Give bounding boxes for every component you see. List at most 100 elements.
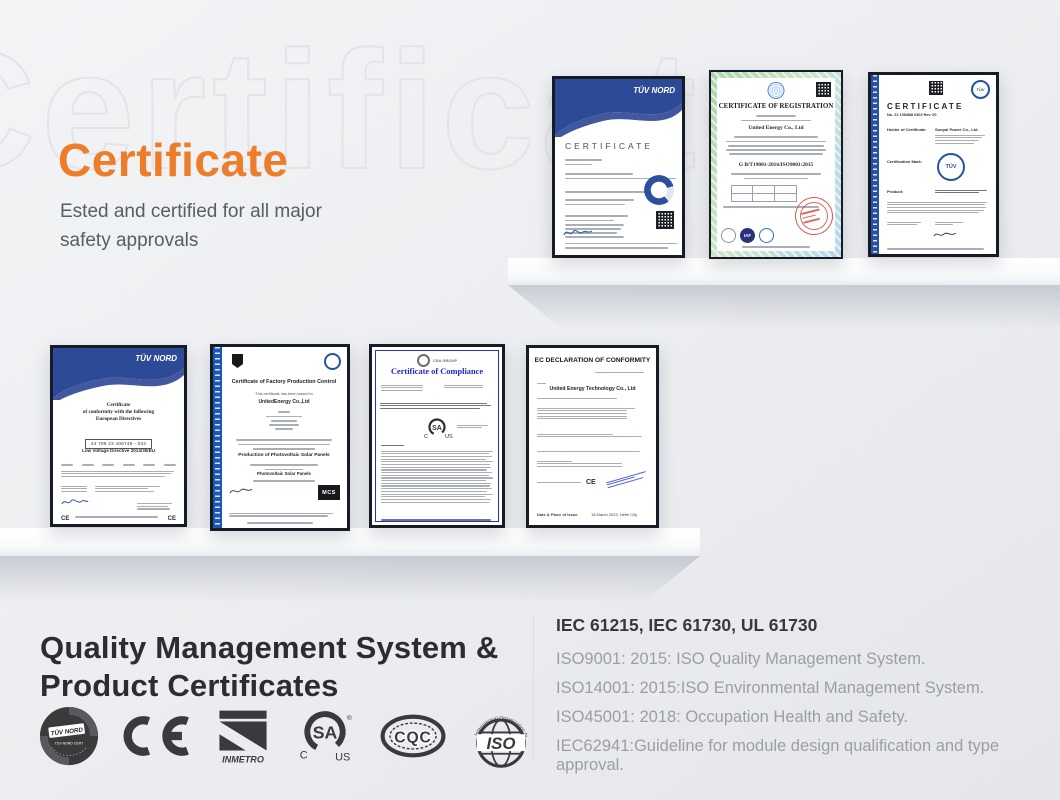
cert-title: CERTIFICATE OF REGISTRATION [717, 102, 835, 110]
cert-ref-line [595, 370, 648, 374]
left-field-lines [381, 383, 430, 393]
text-line-bar [537, 418, 627, 419]
text-line-bar [137, 508, 170, 509]
shield-shape [232, 354, 243, 368]
text-line-bar [935, 222, 963, 223]
text-line-bar [565, 247, 668, 249]
text-line-bar [801, 209, 820, 215]
inmetro-text: INMETRO [222, 754, 264, 764]
registered-number: 44 799 23 406749 - 032 [85, 439, 152, 449]
text-line-bar [887, 222, 921, 223]
page-subtitle: Ested and certified for all major safety… [60, 197, 322, 256]
field-values [935, 220, 975, 227]
certificate-of-registration: CERTIFICATE OF REGISTRATION United Energ… [709, 70, 843, 259]
holder-label: Holder of Certificate: [887, 127, 927, 132]
text-line-bar [266, 416, 303, 418]
product-label: Product: [887, 189, 903, 194]
cnas-blue-seal [759, 228, 774, 243]
csa-reg-symbol: ® [347, 714, 352, 722]
certificate-ec-declaration: EC DECLARATION OF CONFORMITY United Ener… [526, 345, 659, 528]
vertical-certificate-band [871, 75, 879, 254]
text-line-bar [95, 488, 148, 489]
csa-logo: SA ® C US [293, 706, 357, 766]
text-line-bar [380, 408, 481, 409]
text-line-bar [457, 425, 488, 426]
iso-logo: International Organization for Standardi… [469, 702, 533, 770]
guilloche-border: CERTIFICATE OF REGISTRATION United Energ… [711, 72, 841, 257]
text-line-bar [61, 488, 87, 489]
text-line-bar [381, 480, 486, 481]
text-line-bar [731, 173, 821, 175]
text-line-bar [444, 387, 484, 388]
text-line-bar [537, 408, 635, 409]
ce-mark: CE [586, 479, 596, 486]
text-line-bar [935, 135, 985, 136]
certificate-csa-compliance: CSA GROUP Certificate of Compliance SA C… [369, 344, 505, 528]
text-line-bar [887, 248, 984, 249]
text-line-bar [565, 191, 647, 193]
col-bar [123, 464, 135, 466]
text-line-bar [381, 464, 490, 465]
text-line-bar [565, 224, 624, 226]
inmetro-top-bar [219, 711, 266, 719]
signature-icon [61, 497, 89, 508]
text-line-bar [935, 192, 979, 193]
quality-heading: Quality Management System & Product Cert… [40, 629, 498, 705]
footer-line [741, 243, 812, 250]
col-bar [164, 464, 176, 466]
title-line2: of conformity with the following [83, 409, 154, 415]
company-name: United Energy Co., Ltd [717, 125, 835, 131]
text-line-bar [61, 473, 171, 474]
footer-line [887, 247, 990, 251]
ce-row: CE [537, 479, 596, 486]
text-line-bar [887, 224, 917, 225]
text-line-bar [595, 372, 644, 373]
csa-group-logo: CSA GROUP [372, 354, 502, 367]
iec-standards-bold: IEC 61215, IEC 61730, UL 61730 [556, 615, 817, 636]
text-line-bar [537, 461, 572, 462]
note-line2 [237, 478, 331, 485]
text-line-bar [381, 491, 487, 492]
qr-code [656, 211, 674, 229]
csa-mark: SA C US [420, 417, 454, 439]
address-lines [137, 501, 176, 511]
text-line-bar [565, 215, 628, 217]
ce-caption-line [537, 482, 581, 484]
middle-shelf [0, 528, 700, 557]
paragraph-lines [887, 200, 990, 215]
text-line-bar [457, 427, 482, 428]
issued-by-lines [457, 423, 493, 430]
products-heading-line [381, 443, 407, 447]
intro-lines [723, 113, 829, 124]
col-bar [143, 464, 155, 466]
col-bar [61, 464, 73, 466]
text-line-bar [381, 488, 492, 489]
paragraph-lines [232, 437, 337, 452]
text-line-bar [381, 496, 485, 497]
text-line-bar [444, 385, 484, 386]
inmetro-logo: INMETRO [214, 704, 272, 768]
company-name: United Energy Technology Co., Ltd [529, 386, 656, 392]
signature-stroke [564, 230, 592, 235]
text-line-bar [935, 140, 979, 141]
page-title: Certificate [58, 133, 288, 187]
csa-sa-text: SA [313, 723, 338, 743]
text-line-bar [238, 444, 330, 446]
right-field-lines [444, 383, 493, 390]
directive-name: Low Voltage Directive 2014/35/EU [53, 448, 184, 453]
signature-stroke [230, 489, 252, 493]
col-bar [102, 464, 114, 466]
text-line-bar [253, 448, 316, 450]
text-line-bar [381, 475, 489, 476]
text-line-bar [75, 516, 158, 517]
text-line-bar [381, 390, 423, 391]
column-header-row [61, 462, 176, 469]
text-line-bar [61, 471, 174, 472]
text-line-bar [565, 204, 625, 206]
footer-line [381, 518, 495, 522]
ukas-blue-logo [324, 353, 341, 370]
signature-stroke [934, 233, 956, 236]
text-line-bar [726, 149, 827, 151]
certification-logo-row: TÜV NORD TÜV NORD CERT INMETRO SA ® C US [38, 698, 533, 774]
mark-label: Certification Mark: [887, 159, 922, 164]
